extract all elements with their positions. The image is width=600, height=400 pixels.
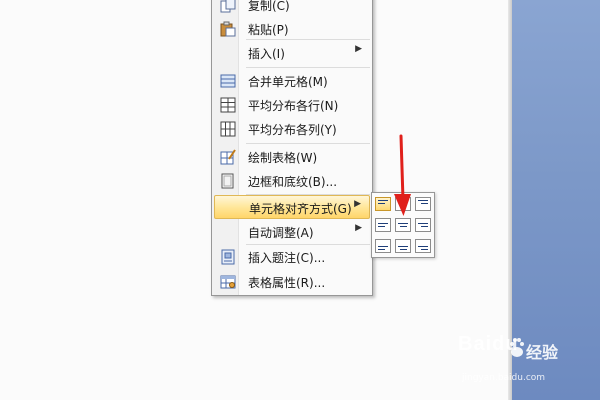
copy-icon — [220, 0, 236, 13]
menu-item-label: 粘贴(P) — [248, 23, 289, 37]
menu-separator — [246, 143, 370, 144]
menu-item-label: 插入(I) — [248, 47, 285, 61]
watermark-product: 经验 — [526, 343, 559, 362]
borders-shading-icon — [220, 173, 236, 189]
align-middle-center-button[interactable] — [395, 218, 411, 232]
align-bottom-center-button[interactable] — [395, 239, 411, 253]
menu-item-label: 表格属性(R)... — [248, 276, 326, 290]
menu-item-label: 合并单元格(M) — [248, 75, 328, 89]
red-annotation-arrow-icon — [394, 134, 411, 216]
baidu-jingyan-watermark: Baidu 经验 jingyan.baidu.com — [458, 333, 598, 393]
align-bottom-right-button[interactable] — [415, 239, 431, 253]
distribute-columns-icon — [220, 121, 236, 137]
menu-item-insert-caption[interactable]: 插入题注(C)... — [214, 245, 370, 269]
menu-item-draw-table[interactable]: 绘制表格(W) — [214, 145, 370, 169]
menu-item-label: 绘制表格(W) — [248, 151, 318, 165]
merge-cells-icon — [220, 73, 236, 89]
watermark-url: jingyan.baidu.com — [462, 373, 546, 383]
menu-item-merge-cells[interactable]: 合并单元格(M) — [214, 69, 370, 93]
distribute-rows-icon — [220, 97, 236, 113]
baidu-paw-logo-icon — [510, 338, 524, 357]
table-properties-icon — [220, 274, 236, 290]
menu-item-label: 自动调整(A) — [248, 226, 314, 240]
insert-caption-icon — [220, 249, 236, 265]
paste-icon — [220, 21, 236, 37]
draw-table-icon — [220, 149, 236, 165]
menu-item-cell-alignment[interactable]: 单元格对齐方式(G) ▶ — [214, 195, 370, 219]
menu-item-label: 边框和底纹(B)... — [248, 175, 338, 189]
menu-item-borders-shading[interactable]: 边框和底纹(B)... — [214, 169, 370, 193]
menu-separator — [246, 39, 370, 40]
menu-item-label: 平均分布各行(N) — [248, 99, 339, 113]
align-middle-left-button[interactable] — [375, 218, 391, 232]
submenu-arrow-icon: ▶ — [354, 199, 361, 209]
menu-item-label: 插入题注(C)... — [248, 251, 326, 265]
menu-item-distribute-columns[interactable]: 平均分布各列(Y) — [214, 117, 370, 141]
menu-item-label: 平均分布各列(Y) — [248, 123, 337, 137]
table-context-menu: 复制(C) 粘贴(P) 插入(I) ▶ 合并单元格(M) 平均分布各行(N) 平… — [211, 0, 373, 296]
menu-item-label: 复制(C) — [248, 0, 290, 13]
menu-item-autofit[interactable]: 自动调整(A) ▶ — [214, 220, 370, 244]
menu-item-paste[interactable]: 粘贴(P) — [214, 17, 370, 41]
align-top-right-button[interactable] — [415, 197, 431, 211]
menu-item-distribute-rows[interactable]: 平均分布各行(N) — [214, 93, 370, 117]
menu-item-table-properties[interactable]: 表格属性(R)... — [214, 270, 370, 294]
submenu-arrow-icon: ▶ — [355, 223, 362, 233]
menu-item-label: 单元格对齐方式(G) — [249, 202, 352, 216]
align-top-left-button[interactable] — [375, 197, 391, 211]
submenu-arrow-icon: ▶ — [355, 44, 362, 54]
menu-item-copy[interactable]: 复制(C) — [214, 0, 370, 17]
align-middle-right-button[interactable] — [415, 218, 431, 232]
menu-item-insert[interactable]: 插入(I) ▶ — [214, 41, 370, 65]
align-bottom-left-button[interactable] — [375, 239, 391, 253]
menu-separator — [246, 67, 370, 68]
